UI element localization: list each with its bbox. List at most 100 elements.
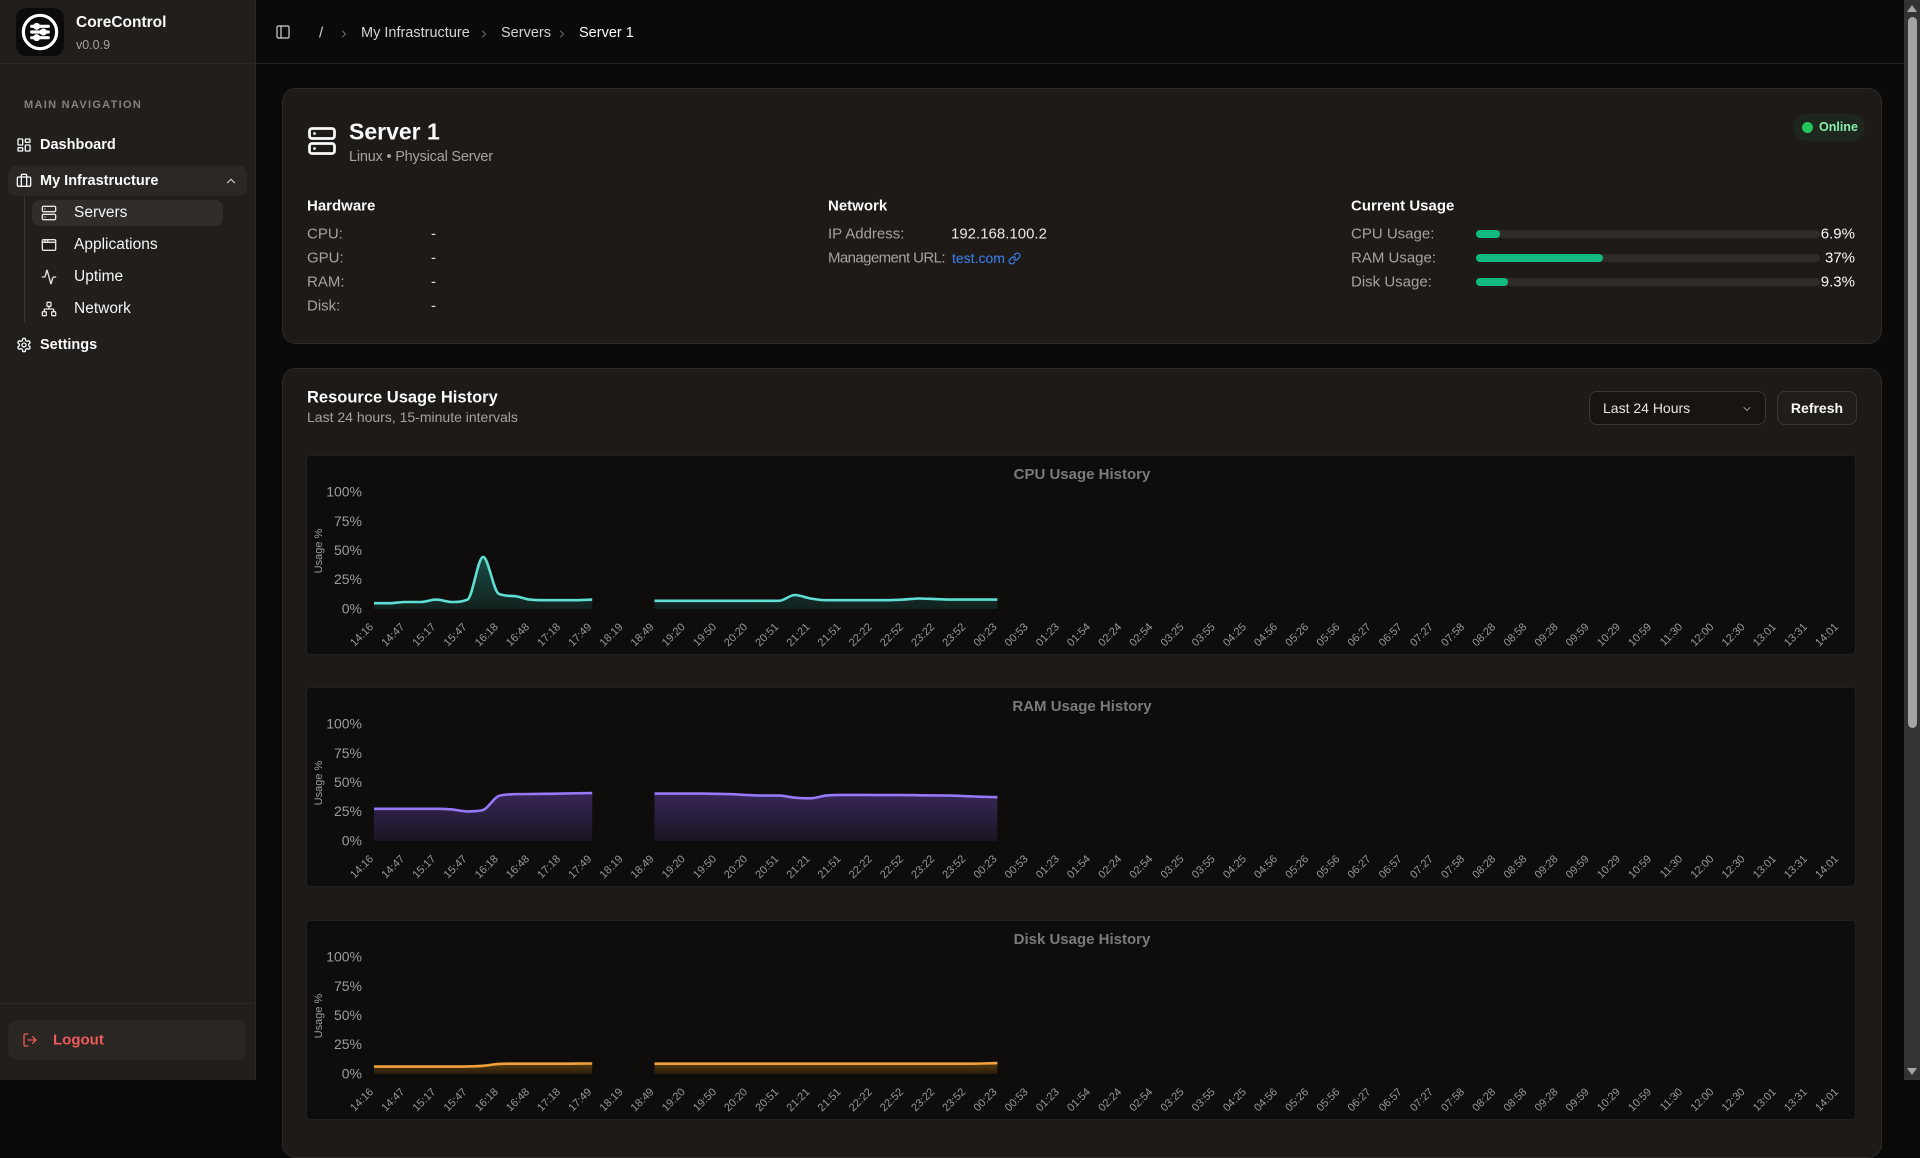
svg-text:06:57: 06:57 — [1377, 1086, 1405, 1114]
svg-text:14:01: 14:01 — [1813, 621, 1841, 649]
svg-text:19:50: 19:50 — [691, 853, 719, 881]
svg-text:13:31: 13:31 — [1782, 1086, 1810, 1114]
svg-text:22:52: 22:52 — [878, 853, 906, 881]
svg-text:16:18: 16:18 — [473, 621, 501, 649]
svg-text:02:24: 02:24 — [1096, 1086, 1124, 1114]
svg-text:03:25: 03:25 — [1159, 621, 1187, 649]
svg-text:01:23: 01:23 — [1034, 1086, 1062, 1114]
svg-text:75%: 75% — [334, 513, 362, 529]
svg-text:23:22: 23:22 — [909, 1086, 937, 1114]
svg-text:20:51: 20:51 — [753, 853, 781, 881]
svg-text:0%: 0% — [342, 601, 362, 617]
svg-text:20:51: 20:51 — [753, 1086, 781, 1114]
svg-text:10:29: 10:29 — [1595, 621, 1623, 649]
svg-text:05:56: 05:56 — [1314, 1086, 1342, 1114]
svg-text:23:52: 23:52 — [940, 621, 968, 649]
svg-text:00:53: 00:53 — [1003, 1086, 1031, 1114]
svg-text:11:30: 11:30 — [1658, 853, 1685, 880]
svg-text:15:47: 15:47 — [442, 1086, 470, 1114]
svg-text:07:58: 07:58 — [1439, 621, 1467, 649]
svg-text:03:55: 03:55 — [1190, 853, 1218, 881]
svg-text:05:26: 05:26 — [1283, 1086, 1311, 1114]
svg-text:01:54: 01:54 — [1065, 621, 1093, 649]
svg-text:14:01: 14:01 — [1813, 853, 1841, 881]
svg-text:01:54: 01:54 — [1065, 1086, 1093, 1114]
svg-text:09:59: 09:59 — [1564, 1086, 1592, 1114]
svg-text:07:27: 07:27 — [1408, 853, 1436, 881]
svg-text:09:28: 09:28 — [1533, 853, 1561, 881]
svg-text:14:16: 14:16 — [348, 853, 376, 881]
svg-text:12:00: 12:00 — [1688, 621, 1716, 649]
svg-text:19:20: 19:20 — [660, 621, 688, 649]
svg-text:07:27: 07:27 — [1408, 621, 1436, 649]
svg-text:Disk Usage History: Disk Usage History — [1014, 931, 1151, 948]
svg-text:17:18: 17:18 — [535, 621, 563, 649]
svg-text:20:51: 20:51 — [753, 621, 781, 649]
svg-text:00:53: 00:53 — [1003, 853, 1031, 881]
svg-text:CPU Usage History: CPU Usage History — [1014, 466, 1151, 483]
svg-text:19:20: 19:20 — [660, 1086, 688, 1114]
svg-text:25%: 25% — [334, 803, 362, 819]
svg-text:09:59: 09:59 — [1564, 853, 1592, 881]
svg-text:16:48: 16:48 — [504, 853, 532, 881]
svg-text:23:52: 23:52 — [940, 853, 968, 881]
svg-text:50%: 50% — [334, 774, 362, 790]
svg-text:01:23: 01:23 — [1034, 621, 1062, 649]
svg-text:50%: 50% — [334, 1007, 362, 1023]
svg-text:16:18: 16:18 — [473, 853, 501, 881]
svg-text:00:23: 00:23 — [972, 621, 1000, 649]
svg-text:12:00: 12:00 — [1688, 1086, 1716, 1114]
svg-text:16:48: 16:48 — [504, 621, 532, 649]
svg-text:03:25: 03:25 — [1159, 1086, 1187, 1114]
svg-text:05:56: 05:56 — [1314, 621, 1342, 649]
svg-text:09:28: 09:28 — [1533, 621, 1561, 649]
svg-text:12:00: 12:00 — [1688, 853, 1716, 881]
svg-text:75%: 75% — [334, 745, 362, 761]
svg-text:21:21: 21:21 — [785, 853, 813, 881]
svg-text:Usage %: Usage % — [313, 528, 325, 573]
svg-text:10:59: 10:59 — [1626, 853, 1654, 881]
svg-text:06:27: 06:27 — [1346, 853, 1374, 881]
svg-text:00:23: 00:23 — [972, 853, 1000, 881]
svg-text:14:16: 14:16 — [348, 621, 376, 649]
svg-text:23:22: 23:22 — [909, 621, 937, 649]
svg-text:19:20: 19:20 — [660, 853, 688, 881]
svg-text:17:49: 17:49 — [566, 621, 594, 649]
svg-text:21:51: 21:51 — [816, 853, 844, 881]
svg-text:14:47: 14:47 — [379, 1086, 407, 1114]
svg-text:12:30: 12:30 — [1720, 621, 1748, 649]
svg-text:08:28: 08:28 — [1470, 853, 1498, 881]
svg-text:Usage %: Usage % — [313, 760, 325, 805]
svg-text:0%: 0% — [342, 833, 362, 849]
svg-text:13:01: 13:01 — [1751, 853, 1779, 881]
svg-text:18:19: 18:19 — [598, 853, 626, 881]
svg-text:02:54: 02:54 — [1127, 621, 1155, 649]
svg-text:100%: 100% — [326, 716, 362, 732]
svg-text:06:27: 06:27 — [1346, 621, 1374, 649]
svg-text:25%: 25% — [334, 1036, 362, 1052]
svg-text:03:55: 03:55 — [1190, 1086, 1218, 1114]
svg-text:18:49: 18:49 — [629, 1086, 657, 1114]
svg-text:08:58: 08:58 — [1501, 621, 1529, 649]
svg-text:19:50: 19:50 — [691, 621, 719, 649]
svg-text:22:52: 22:52 — [878, 621, 906, 649]
svg-text:16:18: 16:18 — [473, 1086, 501, 1114]
svg-text:14:01: 14:01 — [1813, 1086, 1841, 1114]
svg-text:21:21: 21:21 — [785, 621, 813, 649]
svg-text:08:58: 08:58 — [1501, 853, 1529, 881]
svg-text:08:58: 08:58 — [1501, 1086, 1529, 1114]
svg-text:19:50: 19:50 — [691, 1086, 719, 1114]
svg-text:RAM Usage History: RAM Usage History — [1012, 698, 1152, 715]
svg-text:18:49: 18:49 — [629, 621, 657, 649]
svg-text:21:51: 21:51 — [816, 621, 844, 649]
svg-text:25%: 25% — [334, 571, 362, 587]
svg-text:75%: 75% — [334, 978, 362, 994]
svg-text:07:58: 07:58 — [1439, 1086, 1467, 1114]
svg-text:18:19: 18:19 — [598, 1086, 626, 1114]
svg-text:10:59: 10:59 — [1626, 1086, 1654, 1114]
svg-text:22:22: 22:22 — [847, 621, 875, 649]
svg-text:04:25: 04:25 — [1221, 853, 1249, 881]
svg-text:09:59: 09:59 — [1564, 621, 1592, 649]
svg-text:14:47: 14:47 — [379, 853, 407, 881]
svg-text:04:56: 04:56 — [1252, 1086, 1280, 1114]
